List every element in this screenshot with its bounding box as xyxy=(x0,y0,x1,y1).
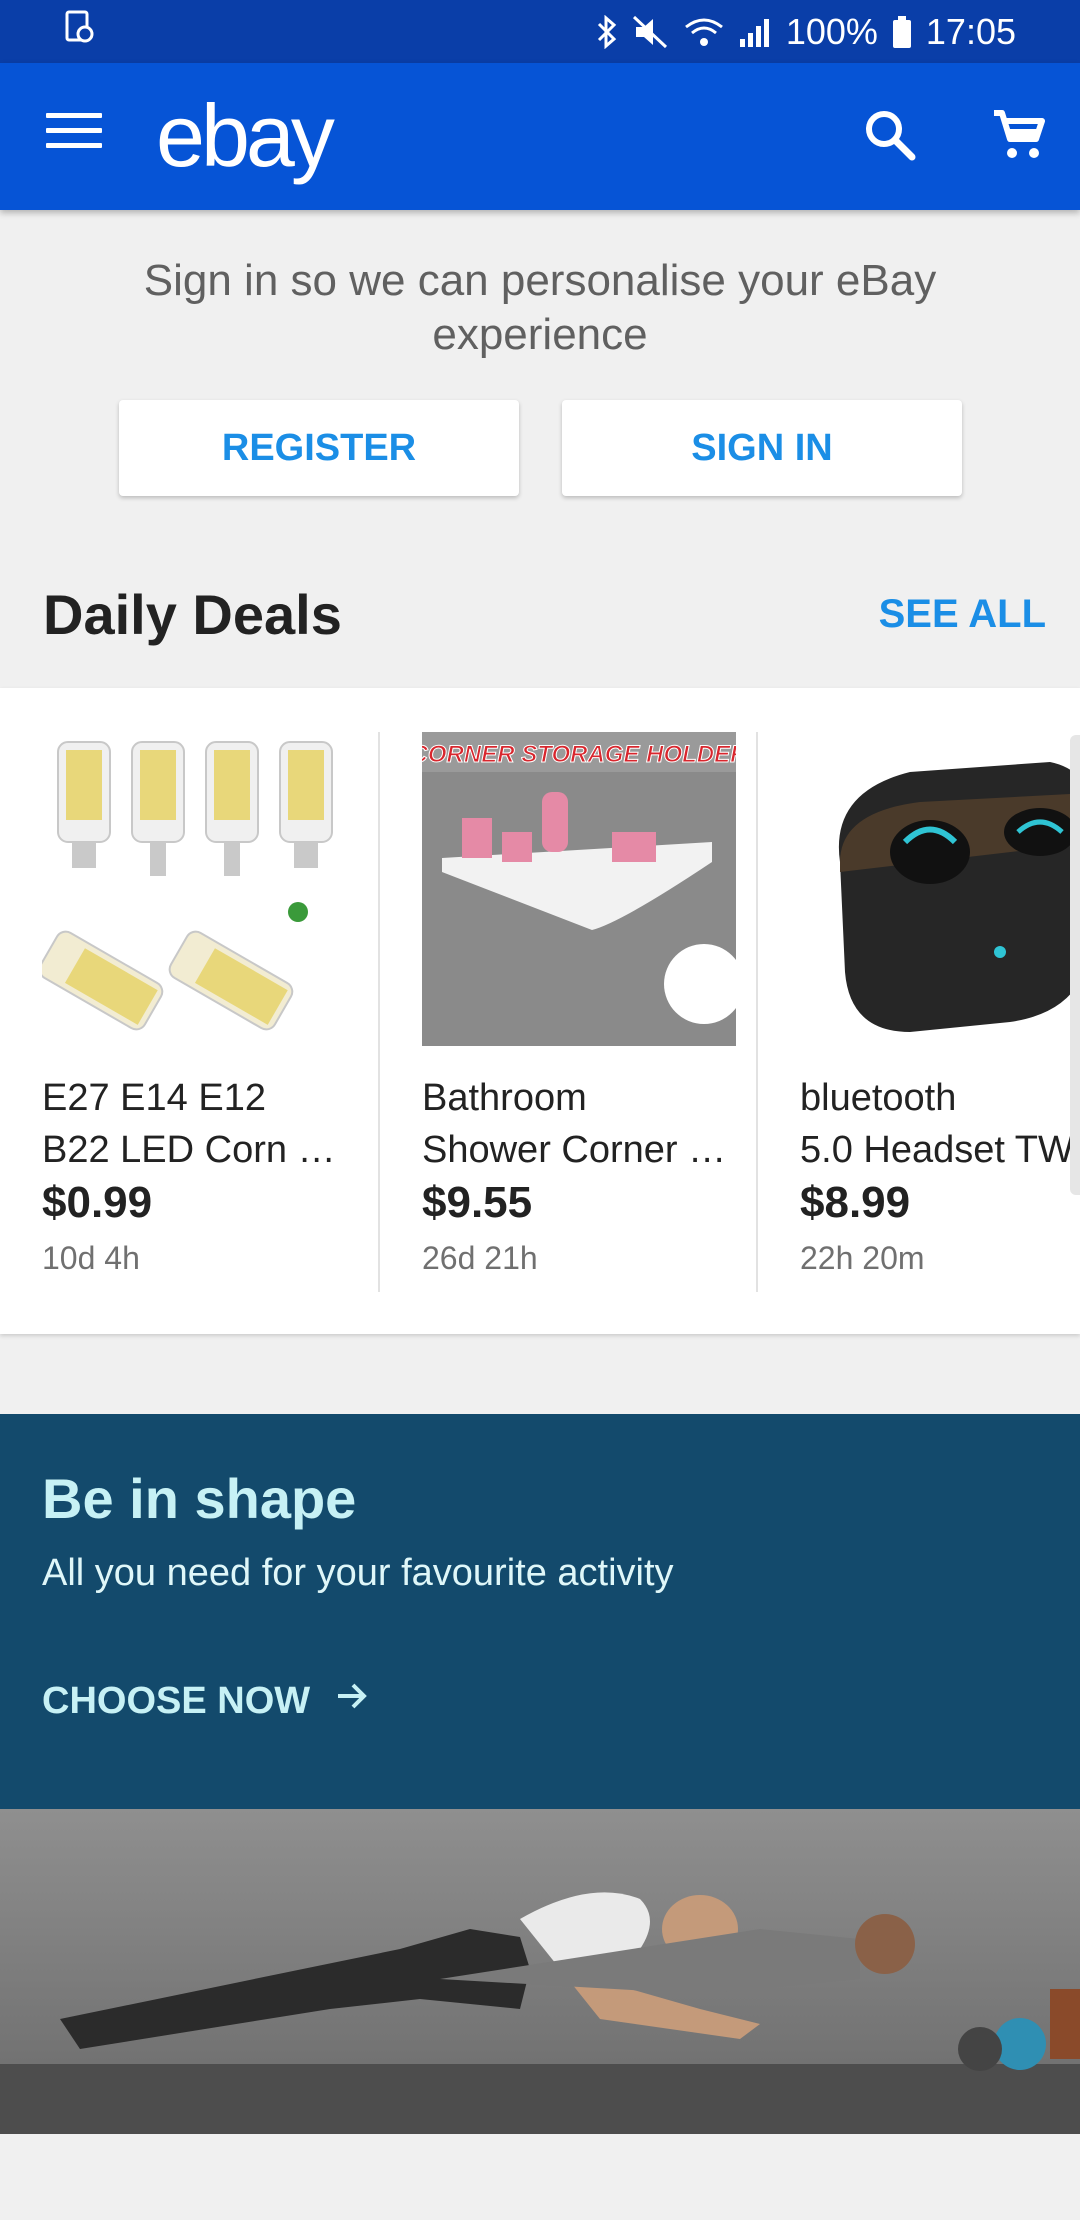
deal-image-corner-holder: CORNER STORAGE HOLDER xyxy=(410,732,749,1046)
deal-card[interactable]: E27 E14 E12 B22 LED Corn B… $0.99 10d 4h xyxy=(0,732,378,1292)
deal-image-bluetooth-headset xyxy=(800,732,1080,1046)
deal-title-line2: B22 LED Corn B… xyxy=(42,1129,358,1171)
ebay-logo[interactable]: ebay xyxy=(156,85,335,187)
see-all-link[interactable]: SEE ALL xyxy=(879,592,1046,637)
bluetooth-icon xyxy=(596,14,618,49)
deal-title: bluetooth 5.0 Headset TW xyxy=(800,1072,1080,1176)
choose-now-link[interactable]: CHOOSE NOW xyxy=(42,1678,370,1724)
image-caption: CORNER STORAGE HOLDER xyxy=(422,741,736,768)
deal-card[interactable]: CORNER STORAGE HOLDER Bathroom Shower Co… xyxy=(378,732,756,1292)
banner-subtitle: All you need for your favourite activity xyxy=(42,1552,674,1594)
deal-title-line1: Bathroom xyxy=(422,1077,587,1119)
deal-title-line2: Shower Corner … xyxy=(422,1129,727,1171)
register-button[interactable]: REGISTER xyxy=(119,400,519,496)
fitness-hero-image[interactable] xyxy=(0,1809,1080,2134)
signin-message: Sign in so we can personalise your eBay … xyxy=(143,256,937,359)
deal-time-left: 10d 4h xyxy=(42,1240,140,1276)
deal-title-line1: E27 E14 E12 xyxy=(42,1077,266,1119)
deal-card[interactable]: bluetooth 5.0 Headset TW $8.99 22h 20m xyxy=(756,732,1080,1292)
clock: 17:05 xyxy=(925,10,1016,52)
deal-time-left: 26d 21h xyxy=(422,1240,538,1276)
cart-icon[interactable] xyxy=(990,107,1046,163)
battery-percent: 100% xyxy=(785,10,878,52)
deals-carousel[interactable]: E27 E14 E12 B22 LED Corn B… $0.99 10d 4h… xyxy=(0,688,1080,1334)
promo-banner[interactable]: Be in shape All you need for your favour… xyxy=(0,1414,1080,1809)
deal-title: Bathroom Shower Corner … xyxy=(422,1072,738,1176)
banner-title: Be in shape xyxy=(42,1467,357,1530)
battery-icon xyxy=(892,15,912,49)
signin-prompt: Sign in so we can personalise your eBay … xyxy=(0,210,1080,510)
deal-price: $9.55 xyxy=(422,1178,533,1227)
search-icon[interactable] xyxy=(862,107,918,163)
deal-title-line2: 5.0 Headset TW xyxy=(800,1129,1074,1171)
mute-icon xyxy=(632,15,670,49)
choose-now-label: CHOOSE NOW xyxy=(42,1679,311,1722)
sign-in-button[interactable]: SIGN IN xyxy=(562,400,962,496)
menu-icon[interactable] xyxy=(46,113,102,153)
carousel-edge xyxy=(1070,735,1080,1195)
wifi-icon xyxy=(684,15,724,49)
deal-price: $8.99 xyxy=(800,1178,911,1227)
status-bar: 100% 17:05 xyxy=(0,0,1080,63)
signal-icon xyxy=(738,15,772,49)
deal-title: E27 E14 E12 B22 LED Corn B… xyxy=(42,1072,358,1176)
daily-deals-title: Daily Deals xyxy=(43,583,342,646)
deal-price: $0.99 xyxy=(42,1178,153,1227)
arrow-right-icon xyxy=(334,1678,370,1724)
app-bar: ebay xyxy=(0,63,1080,210)
deal-time-left: 22h 20m xyxy=(800,1240,925,1276)
deal-image-led-bulbs xyxy=(38,732,356,1046)
screen-record-icon xyxy=(64,10,94,53)
deal-title-line1: bluetooth xyxy=(800,1077,957,1119)
